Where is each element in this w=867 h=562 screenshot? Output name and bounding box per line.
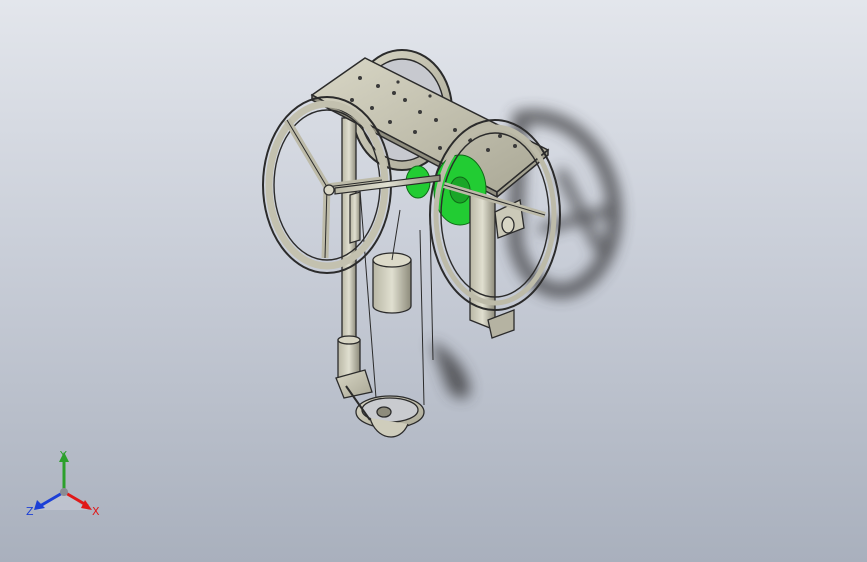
triad-origin xyxy=(60,488,68,496)
y-axis-label: Y xyxy=(59,449,67,462)
axis-triad: Y X Z xyxy=(26,449,100,518)
z-axis-label: Z xyxy=(26,505,34,518)
counterweight xyxy=(372,252,412,314)
3d-viewport[interactable]: Y X Z xyxy=(0,0,867,562)
x-axis-label: X xyxy=(92,505,100,518)
back-column xyxy=(337,117,361,381)
cad-model-view[interactable] xyxy=(0,0,867,562)
middle-post xyxy=(349,191,361,244)
bottom-pulley xyxy=(335,369,425,438)
